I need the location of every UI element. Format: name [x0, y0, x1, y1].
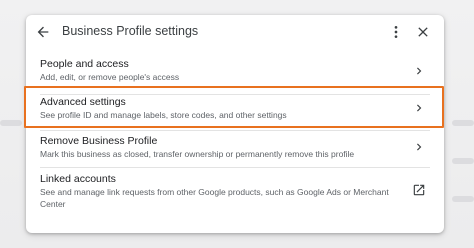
dialog-title: Business Profile settings — [62, 24, 199, 38]
row-title: People and access — [40, 58, 129, 70]
row-description: See and manage link requests from other … — [40, 187, 389, 209]
background-placeholder — [0, 120, 22, 126]
row-remove-business-profile[interactable]: Remove Business Profile Mark this busine… — [26, 130, 444, 168]
background-placeholder — [452, 120, 474, 126]
close-icon[interactable] — [415, 24, 431, 40]
chevron-right-icon — [417, 67, 422, 75]
row-title: Linked accounts — [40, 173, 116, 185]
row-title: Remove Business Profile — [40, 135, 158, 147]
row-description: Add, edit, or remove people's access — [40, 72, 180, 82]
background-placeholder — [452, 196, 474, 202]
open-in-new-icon — [413, 184, 425, 196]
background-placeholder — [452, 158, 474, 164]
chevron-right-icon — [417, 143, 422, 151]
row-linked-accounts[interactable]: Linked accounts See and manage link requ… — [26, 168, 444, 218]
row-description: Mark this business as closed, transfer o… — [40, 149, 355, 159]
dialog-header: Business Profile settings — [26, 15, 444, 49]
more-vert-icon[interactable] — [388, 24, 404, 40]
arrow-back-icon[interactable] — [35, 24, 51, 40]
advanced-settings-highlight — [24, 86, 444, 128]
